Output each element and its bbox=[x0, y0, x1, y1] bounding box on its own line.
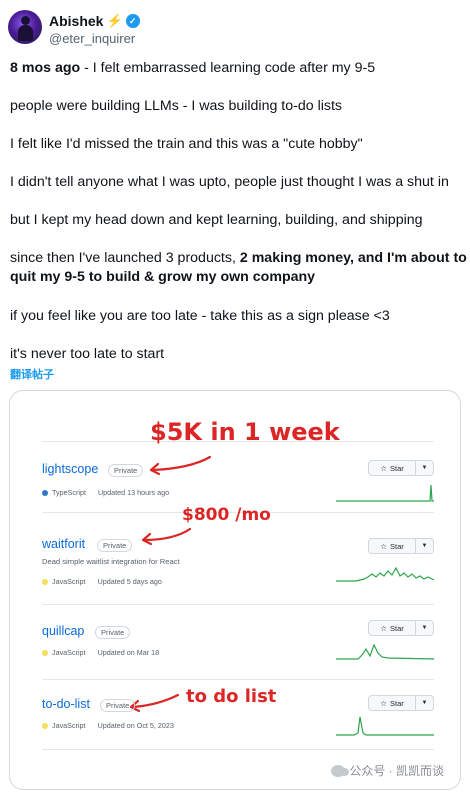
repo-meta: JavaScript Updated on Mar 18 bbox=[42, 648, 159, 657]
repo-name-to-do-list[interactable]: to-do-list bbox=[42, 697, 90, 711]
repo-language: JavaScript bbox=[52, 648, 86, 657]
star-button[interactable]: ☆ Star ▼ bbox=[368, 460, 434, 476]
name-row[interactable]: Abishek ⚡ ✓ bbox=[49, 13, 140, 29]
activity-sparkline bbox=[336, 484, 434, 502]
repo-updated: Updated on Oct 5, 2023 bbox=[97, 721, 174, 730]
tweet-text: - I felt embarrassed learning code after… bbox=[80, 60, 376, 76]
private-badge: Private bbox=[100, 699, 136, 712]
divider bbox=[42, 679, 434, 680]
star-button[interactable]: ☆ Star ▼ bbox=[368, 538, 434, 554]
repo-name-quillcap[interactable]: quillcap bbox=[42, 624, 84, 638]
user-handle[interactable]: @eter_inquirer bbox=[49, 31, 135, 46]
star-icon: ☆ bbox=[380, 463, 387, 473]
wechat-icon bbox=[331, 764, 350, 777]
repo-meta: JavaScript Updated on Oct 5, 2023 bbox=[42, 721, 174, 730]
tweet-line-8: if you feel like you are too late - take… bbox=[10, 308, 390, 324]
repo-language: JavaScript bbox=[52, 577, 86, 586]
tweet-text: since then I've launched 3 products, bbox=[10, 250, 240, 266]
tweet-line-6: since then I've launched 3 products, 2 m… bbox=[10, 249, 467, 268]
chevron-down-icon[interactable]: ▼ bbox=[416, 539, 433, 553]
tweet-line-1: 8 mos ago - I felt embarrassed learning … bbox=[10, 59, 375, 78]
annotation-arrow bbox=[141, 527, 192, 546]
star-label: Star bbox=[389, 698, 404, 708]
star-label: Star bbox=[389, 541, 404, 551]
star-icon: ☆ bbox=[380, 623, 387, 633]
repo-meta: TypeScript Updated 13 hours ago bbox=[42, 488, 169, 497]
watermark-text: 公众号 · 凯凯而谈 bbox=[349, 764, 444, 778]
display-name[interactable]: Abishek bbox=[49, 13, 103, 29]
language-dot-icon bbox=[42, 649, 48, 656]
activity-sparkline bbox=[336, 643, 434, 660]
language-dot-icon bbox=[42, 489, 48, 496]
lightning-icon: ⚡ bbox=[106, 13, 123, 28]
post-time: 8 mos ago bbox=[10, 60, 81, 76]
repo-meta: JavaScript Updated 5 days ago bbox=[42, 577, 162, 586]
tweet-line-7: quit my 9-5 to build & grow my own compa… bbox=[10, 268, 315, 287]
annotation-arrow bbox=[149, 455, 212, 476]
repo-name-lightscope[interactable]: lightscope bbox=[42, 462, 98, 476]
tweet-line-2: people were building LLMs - I was buildi… bbox=[10, 98, 343, 114]
star-label: Star bbox=[389, 463, 404, 473]
tweet-bold-text: 2 making money, and I'm about to bbox=[239, 250, 467, 266]
tweet-line-5: but I kept my head down and kept learnin… bbox=[10, 212, 423, 228]
annotation-800: $800 /mo bbox=[182, 505, 271, 525]
repo-language: TypeScript bbox=[52, 488, 86, 497]
tweet-bold-text: quit my 9-5 to build & grow my own compa… bbox=[10, 269, 316, 285]
activity-sparkline bbox=[336, 566, 434, 582]
avatar[interactable] bbox=[8, 10, 42, 44]
divider bbox=[42, 604, 434, 605]
tweet-line-9: it's never too late to start bbox=[10, 346, 165, 362]
repo-description: Dead simple waitlist integration for Rea… bbox=[42, 557, 180, 566]
star-button[interactable]: ☆ Star ▼ bbox=[368, 695, 434, 711]
private-badge: Private bbox=[95, 626, 131, 639]
private-badge: Private bbox=[108, 464, 144, 477]
repo-updated: Updated 13 hours ago bbox=[97, 488, 170, 497]
chevron-down-icon[interactable]: ▼ bbox=[416, 621, 433, 635]
tweet-line-3: I felt like I'd missed the train and thi… bbox=[10, 136, 363, 152]
repo-language: JavaScript bbox=[52, 721, 86, 730]
repo-name-waitforit[interactable]: waitforit bbox=[42, 537, 85, 551]
attached-image[interactable]: $5K in 1 week lightscope Private TypeScr… bbox=[9, 390, 461, 790]
activity-sparkline bbox=[336, 716, 434, 736]
divider bbox=[42, 749, 434, 750]
star-icon: ☆ bbox=[380, 698, 387, 708]
watermark: 公众号 · 凯凯而谈 bbox=[331, 762, 444, 779]
star-button[interactable]: ☆ Star ▼ bbox=[368, 620, 434, 636]
tweet-line-4: I didn't tell anyone what I was upto, pe… bbox=[10, 174, 449, 190]
repo-updated: Updated 5 days ago bbox=[97, 577, 162, 586]
star-icon: ☆ bbox=[380, 541, 387, 551]
annotation-to-do: to do list bbox=[186, 686, 277, 707]
language-dot-icon bbox=[42, 722, 48, 729]
language-dot-icon bbox=[42, 578, 48, 585]
private-badge: Private bbox=[97, 539, 133, 552]
repo-updated: Updated on Mar 18 bbox=[97, 648, 160, 657]
star-label: Star bbox=[389, 623, 404, 633]
annotation-arrow bbox=[129, 693, 180, 713]
verified-badge-icon: ✓ bbox=[125, 14, 140, 28]
chevron-down-icon[interactable]: ▼ bbox=[416, 461, 433, 475]
chevron-down-icon[interactable]: ▼ bbox=[416, 696, 433, 710]
annotation-5k: $5K in 1 week bbox=[150, 418, 340, 446]
translate-post-link[interactable]: 翻译帖子 bbox=[10, 366, 54, 382]
